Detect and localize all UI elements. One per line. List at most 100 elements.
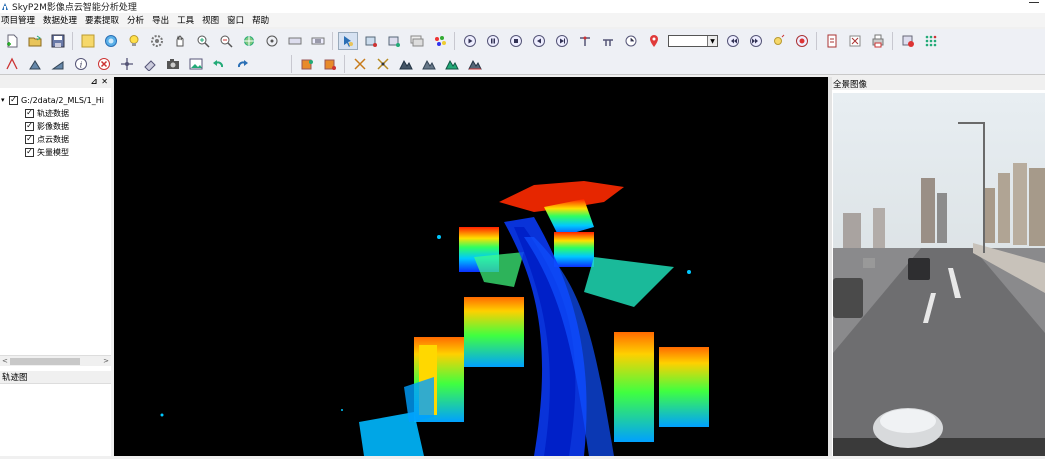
layer-item-imagery[interactable]: ✓ 影像数据 [25, 120, 69, 132]
track-node-icon[interactable] [575, 32, 595, 50]
scroll-left-icon[interactable]: < [2, 357, 8, 365]
layer-item-pointcloud[interactable]: ✓ 点云数据 [25, 133, 69, 145]
layer-tree-root[interactable]: ▾ ✓ G:/2data/2_MLS/1_Hi [1, 94, 104, 106]
menu-help[interactable]: 帮助 [251, 14, 274, 26]
menu-data-processing[interactable]: 数据处理 [42, 14, 82, 26]
point-cloud-viewport[interactable] [114, 77, 828, 456]
pan-hand-icon[interactable] [170, 32, 190, 50]
window-title: SkyP2M影像点云智能分析处理 [12, 3, 137, 13]
menu-project[interactable]: 项目管理 [0, 14, 40, 26]
settings-icon[interactable] [147, 32, 167, 50]
measure-height-icon[interactable] [25, 55, 45, 73]
fit-view-icon[interactable] [285, 32, 305, 50]
chevron-down-icon[interactable]: ▼ [707, 36, 717, 46]
layer-select-icon[interactable] [361, 32, 381, 50]
cancel-icon[interactable] [94, 55, 114, 73]
new-project-button[interactable] [2, 32, 22, 50]
pin-icon[interactable]: ⊿ [91, 77, 98, 86]
terrain-profile-icon[interactable] [465, 55, 485, 73]
toolbar-separator [892, 32, 893, 50]
layer-item-vector[interactable]: ✓ 矢量模型 [25, 146, 69, 158]
chevron-down-icon[interactable]: ▾ [1, 96, 9, 104]
location-pin-icon[interactable] [644, 32, 664, 50]
box-extract-icon[interactable] [297, 55, 317, 73]
print-icon[interactable] [868, 32, 888, 50]
terrain-icon[interactable] [396, 55, 416, 73]
full-extent-icon[interactable] [308, 32, 328, 50]
toolbar-separator [72, 32, 73, 50]
terrain-grid-icon[interactable] [419, 55, 439, 73]
stop-icon[interactable] [506, 32, 526, 50]
layer-checkbox[interactable]: ✓ [25, 147, 34, 157]
frame-select-dropdown[interactable]: ▼ [668, 35, 718, 47]
info-icon[interactable]: i [71, 55, 91, 73]
open-button[interactable] [25, 32, 45, 50]
menu-export[interactable]: 导出 [151, 14, 174, 26]
play-icon[interactable] [460, 32, 480, 50]
app-icon [2, 3, 8, 10]
layer-checkbox[interactable]: ✓ [25, 121, 34, 131]
eraser-icon[interactable] [140, 55, 160, 73]
zoom-out-icon[interactable] [216, 32, 236, 50]
track-split-icon[interactable] [598, 32, 618, 50]
minimize-button[interactable] [1029, 2, 1039, 3]
clock-icon[interactable] [621, 32, 641, 50]
box-remove-icon[interactable] [320, 55, 340, 73]
select-rect-button[interactable] [78, 32, 98, 50]
highlight-icon[interactable] [769, 32, 789, 50]
title-bar: SkyP2M影像点云智能分析处理 [0, 0, 1045, 13]
target-icon[interactable] [262, 32, 282, 50]
measure-angle-icon[interactable] [2, 55, 22, 73]
menu-feature-extraction[interactable]: 要素提取 [84, 14, 124, 26]
layer-checkbox[interactable]: ✓ [25, 134, 34, 144]
layer-item-trajectory[interactable]: ✓ 轨迹数据 [25, 107, 69, 119]
close-icon[interactable]: ✕ [101, 77, 108, 86]
snapshot-icon[interactable] [163, 55, 183, 73]
record-icon[interactable] [792, 32, 812, 50]
previous-icon[interactable] [529, 32, 549, 50]
layer-root-checkbox[interactable]: ✓ [9, 95, 18, 105]
layer-item-label: 矢量模型 [37, 147, 69, 157]
fast-forward-icon[interactable] [746, 32, 766, 50]
move-tool-icon[interactable] [117, 55, 137, 73]
toolbar-separator [816, 32, 817, 50]
menu-view[interactable]: 视图 [201, 14, 224, 26]
color-palette-icon[interactable] [430, 32, 450, 50]
next-icon[interactable] [552, 32, 572, 50]
grid-points-icon[interactable] [921, 32, 941, 50]
measure-slope-icon[interactable] [48, 55, 68, 73]
cross-point-icon[interactable] [350, 55, 370, 73]
pause-icon[interactable] [483, 32, 503, 50]
menu-tools[interactable]: 工具 [176, 14, 199, 26]
menu-analysis[interactable]: 分析 [126, 14, 149, 26]
panorama-panel: 全景图像 [832, 77, 1045, 456]
undo-icon[interactable] [209, 55, 229, 73]
panorama-image[interactable] [833, 93, 1045, 456]
rewind-icon[interactable] [723, 32, 743, 50]
document-icon[interactable] [822, 32, 842, 50]
terrain-green-icon[interactable] [442, 55, 462, 73]
toolbar-separator [291, 54, 292, 73]
panel-controls: ⊿ ✕ [91, 77, 108, 86]
menu-window[interactable]: 窗口 [226, 14, 249, 26]
cross-line-icon[interactable] [373, 55, 393, 73]
layer-panel-scrollbar[interactable]: < > [0, 355, 111, 366]
point-select-icon[interactable] [337, 32, 358, 50]
menu-bar: 项目管理 数据处理 要素提取 分析 导出 工具 视图 窗口 帮助 [0, 13, 1045, 27]
close-panel-icon[interactable] [845, 32, 865, 50]
light-bulb-icon[interactable] [124, 32, 144, 50]
redo-icon[interactable] [232, 55, 252, 73]
layer-checkbox[interactable]: ✓ [25, 108, 34, 118]
toolbar-separator [344, 54, 345, 73]
scroll-right-icon[interactable]: > [103, 357, 109, 365]
image-icon[interactable] [186, 55, 206, 73]
save-button[interactable] [48, 32, 68, 50]
layer-add-icon[interactable] [384, 32, 404, 50]
layers-icon[interactable] [407, 32, 427, 50]
zoom-in-icon[interactable] [193, 32, 213, 50]
layer-root-label: G:/2data/2_MLS/1_Hi [21, 95, 104, 105]
scrollbar-thumb[interactable] [10, 358, 80, 365]
globe-icon[interactable] [101, 32, 121, 50]
delete-layer-icon[interactable] [898, 32, 918, 50]
rotate-view-icon[interactable] [239, 32, 259, 50]
